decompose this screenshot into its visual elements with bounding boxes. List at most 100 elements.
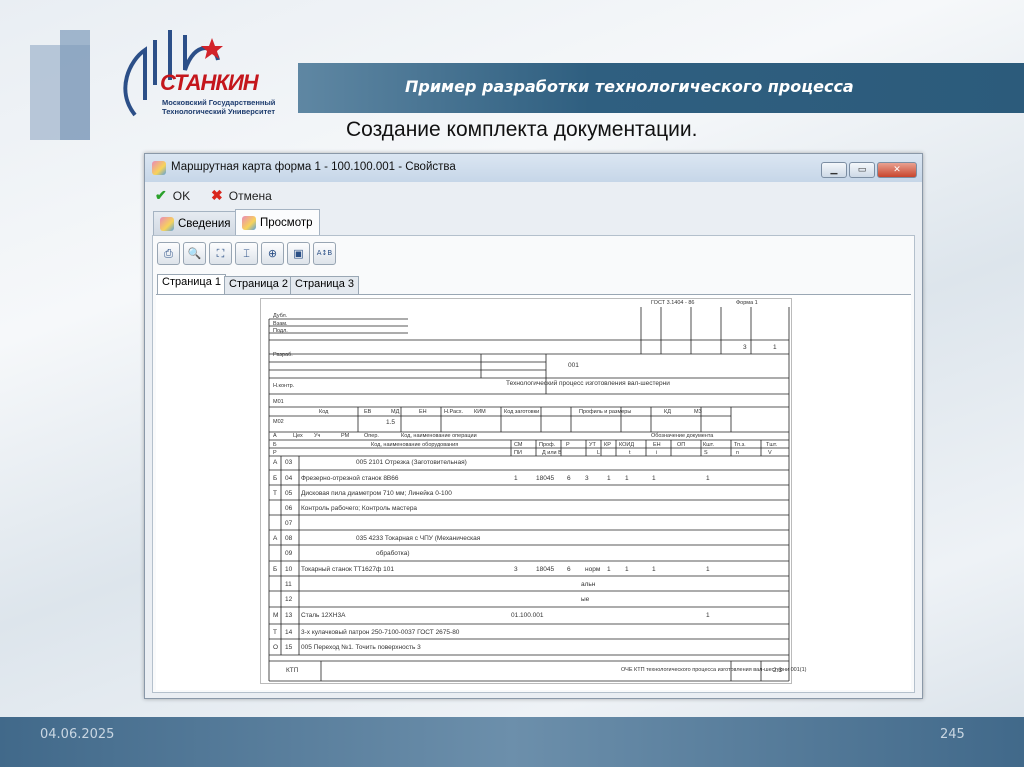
header-b: Кшт. — [703, 442, 715, 448]
sheet-value: 1 — [773, 344, 777, 351]
header-r: L — [597, 450, 601, 456]
podl-label: Подл. — [273, 328, 288, 334]
row-prefix: Б — [273, 475, 278, 482]
row-number: 07 — [285, 520, 293, 527]
row-number: 13 — [285, 612, 293, 619]
cancel-button[interactable]: ✖ Отмена — [211, 187, 272, 204]
header-b: ОП — [677, 442, 686, 448]
material-header: МД — [391, 409, 400, 415]
header-a: А — [273, 433, 277, 439]
header-a: Цех — [293, 433, 303, 439]
row-value: норм — [585, 566, 601, 573]
row-value: 6 — [567, 475, 571, 482]
row-number: 04 — [285, 475, 293, 482]
row-number: 05 — [285, 490, 293, 497]
tab-label: Сведения — [178, 217, 231, 230]
minimize-button[interactable]: ▁ — [821, 162, 847, 178]
route-card-document: ГОСТ 3.1404 - 86 Форма 1 Дубл. Взам. Под… — [260, 298, 807, 684]
row-text: Сталь 12ХН3А — [301, 612, 346, 619]
row-value: 18045 — [536, 475, 555, 482]
check-icon: ✔ — [155, 187, 167, 203]
slide-footer — [0, 717, 1024, 767]
header-b: УТ — [589, 442, 596, 448]
print-icon[interactable]: ⎙ — [157, 242, 180, 265]
row-text: Токарный станок ТТ1627ф 101 — [301, 566, 395, 573]
process-name: Технологический процесс изготовления вал… — [506, 380, 670, 387]
sheets-value: 3 — [743, 344, 747, 351]
form-label: Форма 1 — [736, 300, 758, 306]
row-value: 1 — [607, 475, 611, 482]
row-value: 3 — [585, 475, 589, 482]
row-text: альн — [581, 581, 596, 588]
row-prefix: Б — [273, 566, 278, 573]
row-number: 09 — [285, 550, 293, 557]
ok-button[interactable]: ✔ OK — [155, 187, 190, 204]
material-header: Профиль и размеры — [579, 409, 632, 415]
row-text: ые — [581, 596, 590, 603]
row-prefix: Т — [273, 490, 277, 497]
row-prefix: А — [273, 459, 278, 466]
header-r: ПИ — [514, 450, 522, 456]
page-tab-3[interactable]: Страница 3 — [290, 276, 360, 294]
document-preview-area[interactable]: ГОСТ 3.1404 - 86 Форма 1 Дубл. Взам. Под… — [156, 294, 911, 690]
row-value: 1 — [652, 475, 656, 482]
fit-width-icon[interactable]: ⌶ — [235, 242, 258, 265]
row-number: 12 — [285, 596, 293, 603]
row-text: Фрезерно-отрезной станок 8В66 — [301, 475, 399, 482]
row-text: 005 2101 Отрезка (Заготовительная) — [356, 459, 467, 466]
properties-window: Маршрутная карта форма 1 - 100.100.001 -… — [144, 153, 923, 699]
tab-label: Просмотр — [260, 216, 313, 229]
razrab-label: Разраб. — [273, 352, 293, 358]
row-number: 08 — [285, 535, 293, 542]
row-value: 1 — [706, 475, 710, 482]
app-icon — [152, 161, 166, 175]
row-value: 1 — [652, 566, 656, 573]
material-header: Код — [319, 409, 329, 415]
close-button[interactable]: ✕ — [877, 162, 917, 178]
row-number: 06 — [285, 505, 293, 512]
gost-label: ГОСТ 3.1404 - 86 — [651, 300, 695, 306]
material-header: ЕВ — [364, 409, 372, 415]
header-a: Обозначение документа — [651, 433, 714, 439]
header-a: Опер. — [364, 433, 379, 439]
header-r: n — [736, 450, 740, 456]
page-tab-2[interactable]: Страница 2 — [224, 276, 294, 294]
cross-icon: ✖ — [211, 187, 223, 203]
zoom-page-icon[interactable]: 🔍 — [183, 242, 206, 265]
header-b: СМ — [514, 442, 523, 448]
window-titlebar[interactable]: Маршрутная карта форма 1 - 100.100.001 -… — [145, 154, 922, 182]
header-r: V — [768, 450, 772, 456]
zoom-icon[interactable]: ⊕ — [261, 242, 284, 265]
header-b: Код, наименование оборудования — [371, 442, 459, 448]
tab-preview[interactable]: Просмотр — [235, 209, 320, 235]
row-text: 005 Переход №1. Точить поверхность 3 — [301, 644, 421, 651]
header-b: ЕН — [653, 442, 661, 448]
preview-panel: ⎙ 🔍 ⛶ ⌶ ⊕ ▣ A↕B Страница 1 Страница 2 Ст… — [152, 235, 915, 693]
page-tab-1[interactable]: Страница 1 — [157, 274, 227, 294]
window-title: Маршрутная карта форма 1 - 100.100.001 -… — [171, 161, 456, 173]
row-text: Контроль рабочего; Контроль мастера — [301, 505, 418, 512]
settings-icon[interactable]: ▣ — [287, 242, 310, 265]
row-text: 3-х кулачковый патрон 250-7100-0037 ГОСТ… — [301, 629, 460, 636]
row-value: 18045 — [536, 566, 555, 573]
row-value: 1 — [514, 475, 518, 482]
info-tab-icon — [160, 216, 174, 231]
row-number: 03 — [285, 459, 293, 466]
maximize-button[interactable]: ▭ — [849, 162, 875, 178]
material-header: ЕН — [419, 409, 427, 415]
doc-code: 001 — [568, 362, 579, 369]
sort-icon[interactable]: A↕B — [313, 242, 336, 265]
dubl-label: Дубл. — [273, 313, 288, 319]
m02-label: М02 — [273, 419, 284, 425]
logo-subtitle-1: Московский Государственный — [162, 98, 276, 107]
material-header: КИМ — [474, 409, 486, 415]
header-r: S — [704, 450, 708, 456]
header-b: Тшт. — [766, 442, 778, 448]
row-document: 01.100.001 — [511, 612, 544, 619]
material-header: МЗ — [694, 409, 702, 415]
fit-page-icon[interactable]: ⛶ — [209, 242, 232, 265]
header-r: Р — [273, 450, 277, 456]
tab-info[interactable]: Сведения — [153, 211, 238, 235]
header-b: Проф. — [539, 442, 556, 448]
row-text: Дисковая пила диаметром 710 мм; Линейка … — [301, 490, 452, 497]
